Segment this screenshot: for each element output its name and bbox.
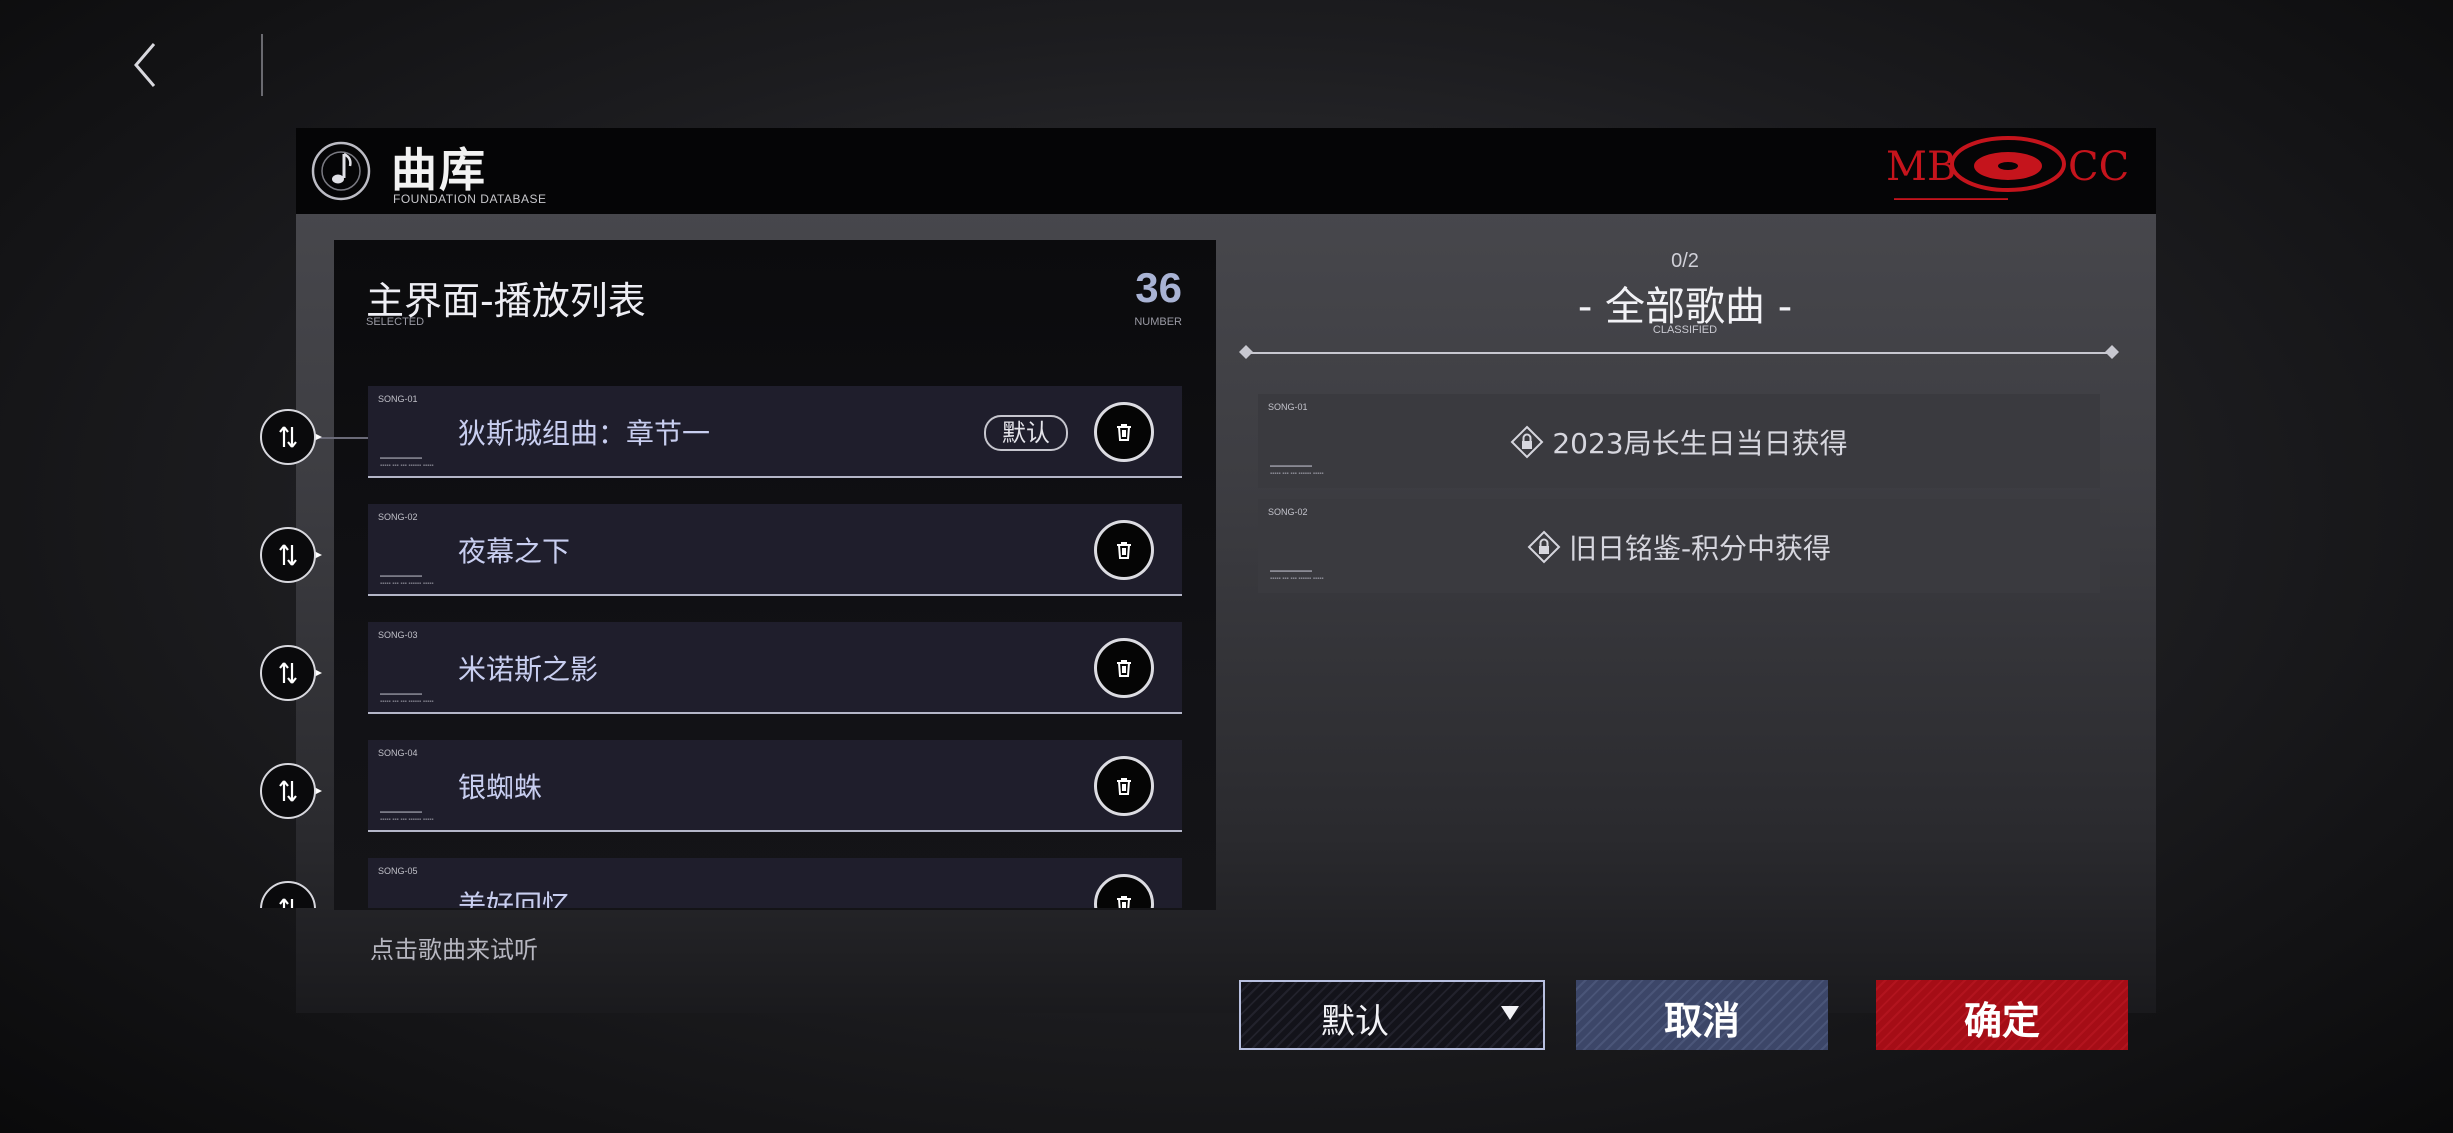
preview-hint: 点击歌曲来试听 — [370, 936, 538, 964]
chevron-left-icon — [134, 43, 156, 87]
trash-icon — [1117, 542, 1131, 559]
song-name: 美好回忆 — [458, 889, 571, 908]
mbcc-logo: MB CC ▬▬▬▬▬▬▬▬▬▬▬▬▬▬▬▬▬▬▬ — [1886, 128, 2129, 214]
sort-value: 默认 — [1321, 1002, 1389, 1042]
delete-button[interactable] — [1094, 874, 1154, 908]
locked-song-row-2[interactable]: SONG-02 旧日铭鉴-积分中获得 ▬▬▬▬▬▬▬ ▪▪▪▪▪ ▪▪▪ ▪▪▪ … — [1258, 499, 2100, 593]
header-bar: 曲库 FOUNDATION DATABASE MB CC ▬▬▬▬▬▬▬▬▬▬▬… — [296, 128, 2156, 214]
reorder-arrows-icon — [279, 426, 297, 448]
locked-song-row-1[interactable]: SONG-01 2023局长生日当日获得 ▬▬▬▬▬▬▬ ▪▪▪▪▪ ▪▪▪ ▪▪… — [1258, 394, 2100, 488]
delete-button[interactable] — [1094, 756, 1154, 816]
song-row-2[interactable]: SONG-02 夜幕之下 ▬▬▬▬▬▬▬ ▪▪▪▪▪ ▪▪▪ ▪▪▪ ▪▪▪▪▪▪… — [368, 504, 1182, 596]
song-row-4[interactable]: SONG-04 银蜘蛛 ▬▬▬▬▬▬▬ ▪▪▪▪▪ ▪▪▪ ▪▪▪ ▪▪▪▪▪▪ … — [368, 740, 1182, 832]
divider-line — [1246, 352, 2112, 354]
drag-handle[interactable] — [260, 409, 316, 465]
back-button[interactable] — [128, 38, 168, 92]
song-name: 狄斯城组曲：章节一 — [458, 417, 711, 450]
reorder-arrows-icon — [279, 662, 297, 684]
unlock-source: 2023局长生日当日获得 — [1552, 427, 1848, 460]
cancel-button[interactable]: 取消 — [1576, 980, 1828, 1050]
song-name: 米诺斯之影 — [458, 653, 599, 686]
song-row-1[interactable]: SONG-01 狄斯城组曲：章节一 默认 ▬▬▬▬▬▬▬ ▪▪▪▪▪ ▪▪▪ ▪▪… — [368, 386, 1182, 478]
locked-diamond-icon — [1527, 530, 1561, 564]
delete-button[interactable] — [1094, 402, 1154, 462]
trash-icon — [1117, 424, 1131, 441]
default-badge: 默认 — [984, 415, 1068, 451]
page-subtitle: FOUNDATION DATABASE — [393, 192, 547, 206]
confirm-button[interactable]: 确定 — [1876, 980, 2128, 1050]
song-list[interactable]: SONG-01 狄斯城组曲：章节一 默认 ▬▬▬▬▬▬▬ ▪▪▪▪▪ ▪▪▪ ▪▪… — [334, 380, 1216, 908]
locked-diamond-icon — [1510, 425, 1544, 459]
song-row-3[interactable]: SONG-03 米诺斯之影 ▬▬▬▬▬▬▬ ▪▪▪▪▪ ▪▪▪ ▪▪▪ ▪▪▪▪▪… — [368, 622, 1182, 714]
trash-icon — [1117, 660, 1131, 677]
sort-dropdown[interactable]: 默认 — [1239, 980, 1545, 1050]
number-label: NUMBER — [1134, 316, 1182, 328]
delete-button[interactable] — [1094, 638, 1154, 698]
song-row-5[interactable]: SONG-05 美好回忆 — [368, 858, 1182, 908]
drag-handle[interactable] — [260, 763, 316, 819]
trash-icon — [1117, 896, 1131, 908]
drag-handle[interactable] — [260, 881, 316, 908]
classified-subtitle: CLASSIFIED — [1652, 324, 1718, 336]
song-name: 夜幕之下 — [458, 535, 571, 568]
song-name: 银蜘蛛 — [458, 771, 543, 804]
delete-button[interactable] — [1094, 520, 1154, 580]
drag-handle[interactable] — [260, 645, 316, 701]
reorder-arrows-icon — [279, 544, 297, 566]
playlist-panel: 主界面-播放列表 SELECTED 36 NUMBER SONG-01 狄斯城组… — [334, 240, 1216, 910]
song-count: 36 — [1135, 264, 1182, 311]
reorder-arrows-icon — [279, 898, 294, 908]
drag-handle-column — [250, 0, 380, 908]
reorder-arrows-icon — [279, 780, 297, 802]
drag-handle[interactable] — [260, 527, 316, 583]
page-title: 曲库 — [391, 143, 487, 197]
classified-header: 0/2 - 全部歌曲 - CLASSIFIED — [1270, 240, 2100, 360]
unlock-source: 旧日铭鉴-积分中获得 — [1568, 532, 1832, 565]
caret-down-icon — [1501, 1006, 1519, 1020]
trash-icon — [1117, 778, 1131, 795]
unlock-progress: 0/2 — [1671, 250, 1699, 272]
